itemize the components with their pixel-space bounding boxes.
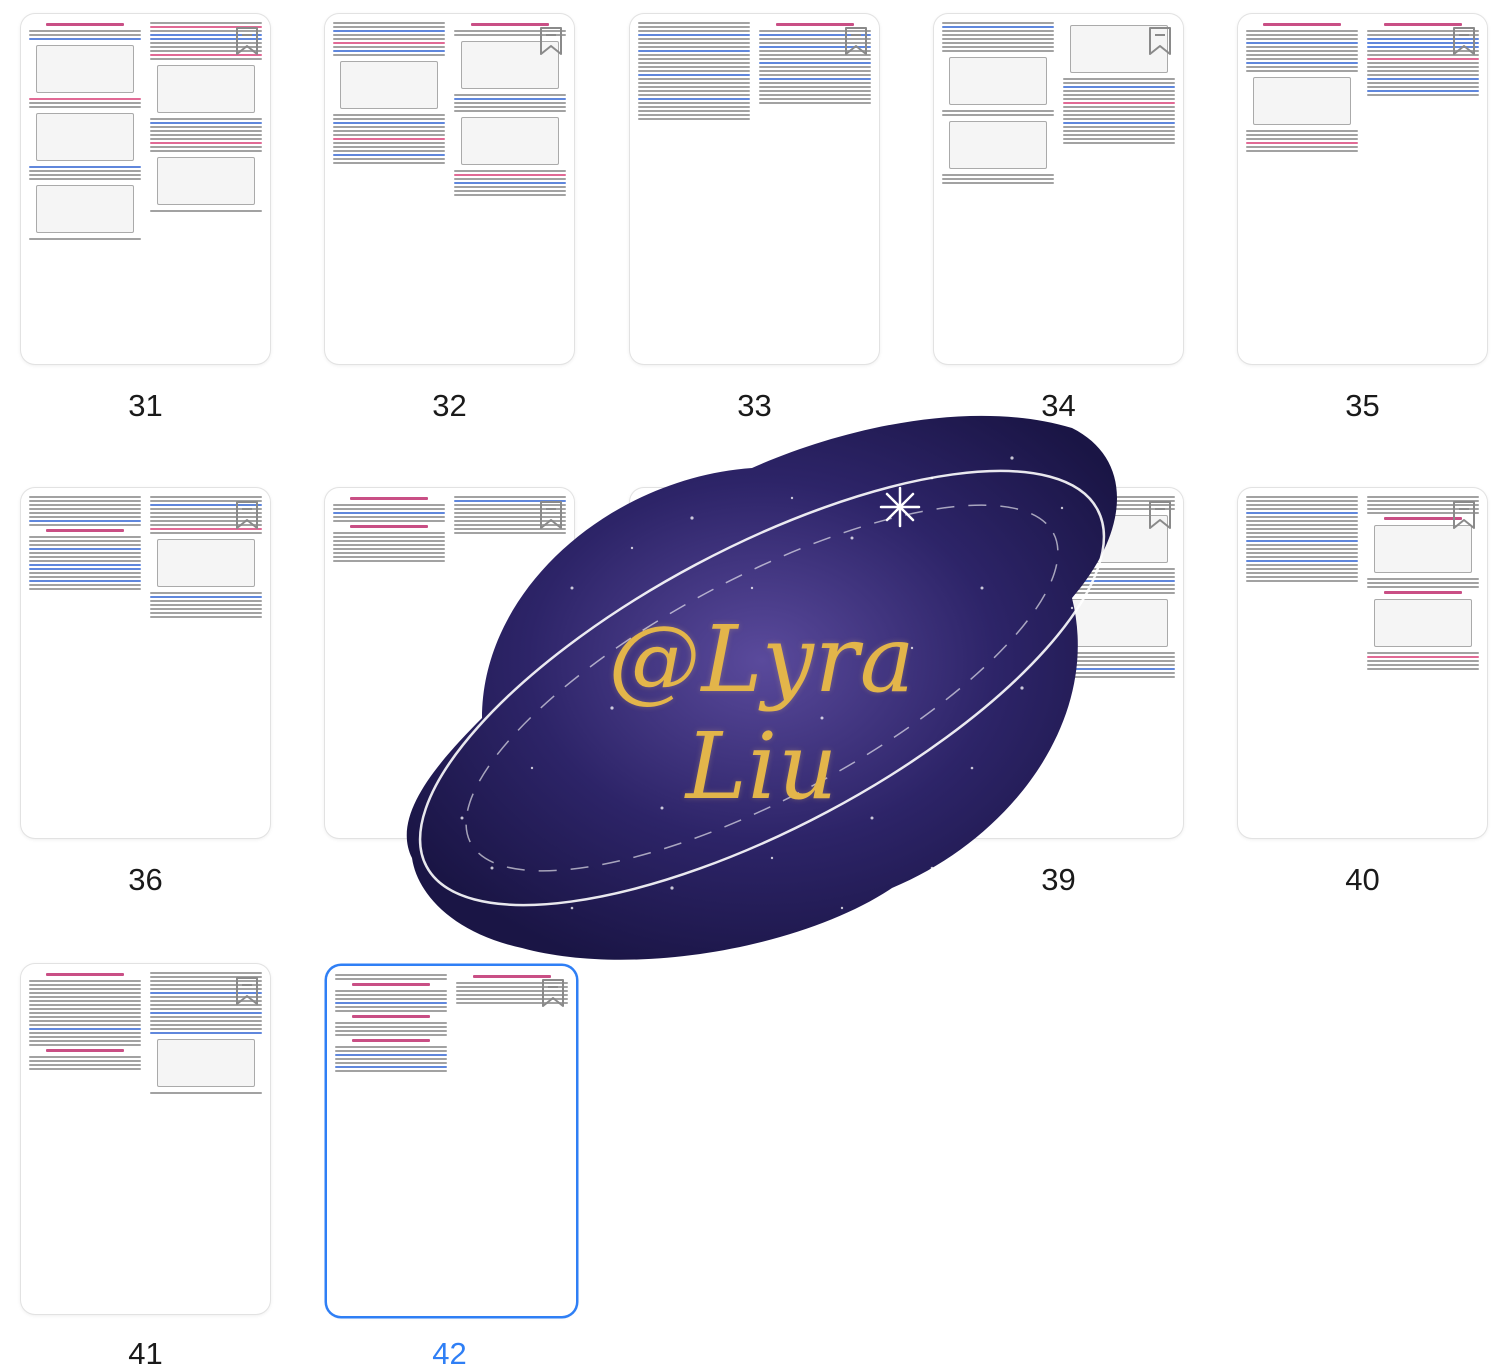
bookmark-icon[interactable]	[1147, 500, 1173, 530]
sticker-signature-text: @Lyra Liu	[608, 606, 916, 820]
page-number: 36	[128, 862, 163, 897]
page-number: 35	[1345, 388, 1380, 423]
page-content	[1246, 20, 1479, 358]
page-content	[942, 20, 1175, 358]
page-content	[335, 972, 568, 1310]
bookmark-icon[interactable]	[1451, 500, 1477, 530]
page-number: 31	[128, 388, 163, 423]
bookmark-icon[interactable]	[843, 26, 869, 56]
page-content	[1246, 494, 1479, 832]
page-thumbnail-42[interactable]	[327, 966, 576, 1316]
page-thumbnail-35[interactable]	[1238, 14, 1487, 364]
bookmark-icon[interactable]	[1147, 26, 1173, 56]
page-number: 41	[128, 1336, 163, 1371]
page-content	[29, 20, 262, 358]
bookmark-icon[interactable]	[234, 976, 260, 1006]
page-thumbnail-31[interactable]	[21, 14, 270, 364]
page-content	[638, 20, 871, 358]
page-thumbnail-41[interactable]	[21, 964, 270, 1314]
page-number: 42	[432, 1336, 467, 1371]
page-content	[29, 970, 262, 1308]
page-thumbnail-36[interactable]	[21, 488, 270, 838]
bookmark-icon[interactable]	[538, 26, 564, 56]
page-number: 40	[1345, 862, 1380, 897]
page-content	[29, 494, 262, 832]
page-thumbnail-40[interactable]	[1238, 488, 1487, 838]
galaxy-planet-sticker-icon[interactable]: @Lyra Liu	[372, 388, 1132, 988]
page-content	[333, 20, 566, 358]
bookmark-icon[interactable]	[234, 500, 260, 530]
bookmark-icon[interactable]	[234, 26, 260, 56]
page-thumbnail-33[interactable]	[630, 14, 879, 364]
bookmark-icon[interactable]	[1451, 26, 1477, 56]
page-thumbnail-34[interactable]	[934, 14, 1183, 364]
page-thumbnail-32[interactable]	[325, 14, 574, 364]
